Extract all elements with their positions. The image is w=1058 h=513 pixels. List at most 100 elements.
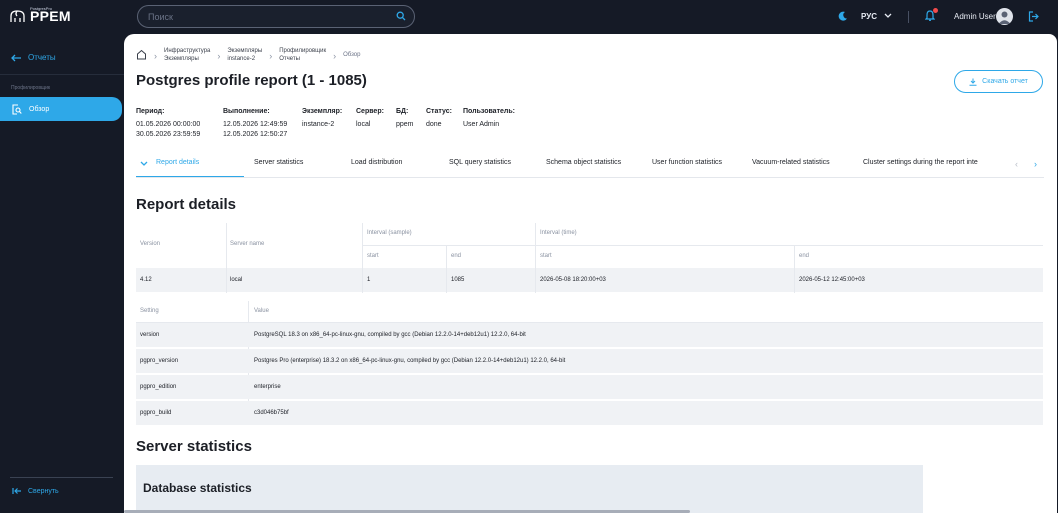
page-title: Postgres profile report (1 - 1085) bbox=[136, 72, 367, 89]
table-row: pgpro_version Postgres Pro (enterprise) … bbox=[136, 349, 1043, 373]
home-icon[interactable] bbox=[136, 49, 147, 60]
section-heading-report-details: Report details bbox=[136, 196, 237, 213]
column-header: start bbox=[540, 253, 552, 259]
report-search-icon bbox=[12, 103, 22, 115]
table-cell: 1085 bbox=[451, 277, 465, 283]
tab-user-function-statistics[interactable]: User function statistics bbox=[652, 159, 722, 166]
app-logo[interactable]: PostgresPro PPEM bbox=[10, 6, 71, 24]
tab-load-distribution[interactable]: Load distribution bbox=[351, 159, 402, 166]
chevron-right-icon[interactable]: › bbox=[1034, 159, 1037, 169]
tab-server-statistics[interactable]: Server statistics bbox=[254, 159, 303, 166]
breadcrumb-line: Отчеты bbox=[279, 56, 300, 62]
sidebar-item-overview[interactable]: Обзор bbox=[0, 97, 122, 121]
meta-value: 30.05.2026 23:59:59 bbox=[136, 131, 201, 138]
divider bbox=[908, 11, 909, 23]
section-heading-server-statistics: Server statistics bbox=[136, 438, 252, 455]
subsection-heading: Database statistics bbox=[143, 481, 252, 495]
setting-name: pgpro_build bbox=[140, 410, 172, 416]
language-selector[interactable]: РУС bbox=[861, 12, 877, 21]
breadcrumb-item-profiler[interactable]: Профилировщик Отчеты bbox=[279, 47, 326, 63]
column-header: end bbox=[451, 253, 462, 259]
chevron-right-icon: › bbox=[217, 51, 221, 61]
divider bbox=[0, 74, 124, 75]
top-bar: PostgresPro PPEM РУС Admin User bbox=[0, 0, 1058, 34]
table-cell: 2026-05-12 12:45:00+03 bbox=[799, 277, 865, 283]
breadcrumb-item-infrastructure[interactable]: Инфраструктура Экземпляры bbox=[164, 47, 210, 63]
collapse-sidebar-button[interactable]: Свернуть bbox=[12, 487, 59, 495]
breadcrumb-line: Профилировщик bbox=[279, 48, 327, 54]
table-cell: 2026-05-08 18:20:00+03 bbox=[540, 277, 606, 283]
download-report-button[interactable]: Скачать отчет bbox=[954, 70, 1043, 93]
setting-value: PostgreSQL 18.3 on x86_64-pc-linux-gnu, … bbox=[254, 332, 526, 338]
tab-vacuum-related-statistics[interactable]: Vacuum-related statistics bbox=[752, 159, 830, 166]
chevron-right-icon: › bbox=[154, 51, 157, 61]
search-input[interactable] bbox=[148, 10, 388, 24]
meta-execution: Выполнение: 12.05.2026 12:49:59 12.05.20… bbox=[223, 107, 287, 140]
meta-value: instance-2 bbox=[302, 121, 335, 128]
elephant-logo-icon bbox=[10, 10, 25, 22]
breadcrumb-line: instance-2 bbox=[227, 56, 256, 62]
user-name[interactable]: Admin User bbox=[954, 12, 996, 21]
avatar[interactable] bbox=[996, 8, 1013, 25]
chevron-down-icon[interactable] bbox=[884, 13, 892, 19]
chevron-down-icon[interactable] bbox=[140, 161, 148, 167]
sidebar-item-label: Обзор bbox=[29, 105, 50, 113]
column-header: Interval (sample) bbox=[367, 230, 412, 236]
report-details-table: Version Server name Interval (sample) In… bbox=[136, 223, 1043, 293]
meta-instance: Экземпляр: instance-2 bbox=[302, 107, 342, 130]
meta-label: Статус: bbox=[426, 108, 452, 115]
collapse-label: Свернуть bbox=[28, 487, 59, 495]
divider bbox=[136, 177, 1044, 178]
breadcrumb-line: Экземпляры bbox=[227, 48, 263, 54]
back-label: Отчеты bbox=[28, 53, 56, 62]
meta-label: Пользователь: bbox=[463, 108, 515, 115]
tab-report-details[interactable]: Report details bbox=[156, 159, 199, 166]
meta-value: local bbox=[356, 121, 371, 128]
tab-schema-object-statistics[interactable]: Schema object statistics bbox=[546, 159, 621, 166]
back-to-reports-link[interactable]: Отчеты bbox=[11, 53, 56, 62]
column-header: Interval (time) bbox=[540, 230, 577, 236]
moon-icon[interactable] bbox=[838, 11, 848, 21]
meta-label: Экземпляр: bbox=[302, 108, 343, 115]
breadcrumb: › Инфраструктура Экземпляры › Экземпляры… bbox=[136, 47, 360, 63]
meta-label: БД: bbox=[396, 108, 409, 115]
tab-sql-query-statistics[interactable]: SQL query statistics bbox=[449, 159, 511, 166]
chevron-left-icon[interactable]: ‹ bbox=[1015, 159, 1018, 169]
meta-value: User Admin bbox=[463, 121, 500, 128]
chevron-right-icon: › bbox=[269, 51, 273, 61]
main-content: › Инфраструктура Экземпляры › Экземпляры… bbox=[124, 34, 1057, 513]
divider bbox=[10, 477, 113, 478]
breadcrumb-item-instances[interactable]: Экземпляры instance-2 bbox=[227, 47, 262, 63]
chevron-right-icon: › bbox=[333, 51, 337, 61]
meta-user: Пользователь: User Admin bbox=[463, 107, 515, 130]
column-header: Version bbox=[140, 241, 161, 247]
meta-value: ppem bbox=[396, 121, 414, 128]
brand-sub: PostgresPro bbox=[30, 6, 53, 11]
column-header: Value bbox=[254, 308, 269, 314]
breadcrumb-line: Экземпляры bbox=[164, 56, 199, 62]
user-icon bbox=[998, 11, 1011, 24]
brand-name: PPEM bbox=[30, 8, 71, 24]
arrow-left-icon bbox=[11, 54, 21, 61]
column-header: end bbox=[799, 253, 810, 259]
sidebar: Отчеты Профилировщик Обзор Свернуть bbox=[0, 34, 124, 513]
column-header: Setting bbox=[140, 308, 159, 314]
search-box[interactable] bbox=[137, 5, 415, 28]
meta-value: 12.05.2026 12:50:27 bbox=[223, 131, 288, 138]
meta-value: done bbox=[426, 121, 442, 128]
column-header: Server name bbox=[230, 241, 265, 247]
table-cell: local bbox=[230, 277, 243, 283]
breadcrumb-line: Инфраструктура bbox=[164, 48, 211, 54]
tab-cluster-settings[interactable]: Cluster settings during the report inte bbox=[863, 159, 978, 166]
meta-server: Сервер: local bbox=[356, 107, 384, 130]
report-tabs: Report details Server statistics Load di… bbox=[124, 153, 1044, 178]
breadcrumb-item-current: Обзор bbox=[343, 52, 361, 58]
table-row: pgpro_edition enterprise bbox=[136, 375, 1043, 399]
setting-name: pgpro_edition bbox=[140, 384, 177, 390]
search-icon[interactable] bbox=[396, 11, 406, 21]
logout-icon[interactable] bbox=[1028, 11, 1039, 22]
settings-table: Setting Value version PostgreSQL 18.3 on… bbox=[136, 301, 1043, 425]
notification-dot bbox=[933, 8, 938, 13]
column-header: start bbox=[367, 253, 379, 259]
table-row: pgpro_build c3d046b75bf bbox=[136, 401, 1043, 425]
